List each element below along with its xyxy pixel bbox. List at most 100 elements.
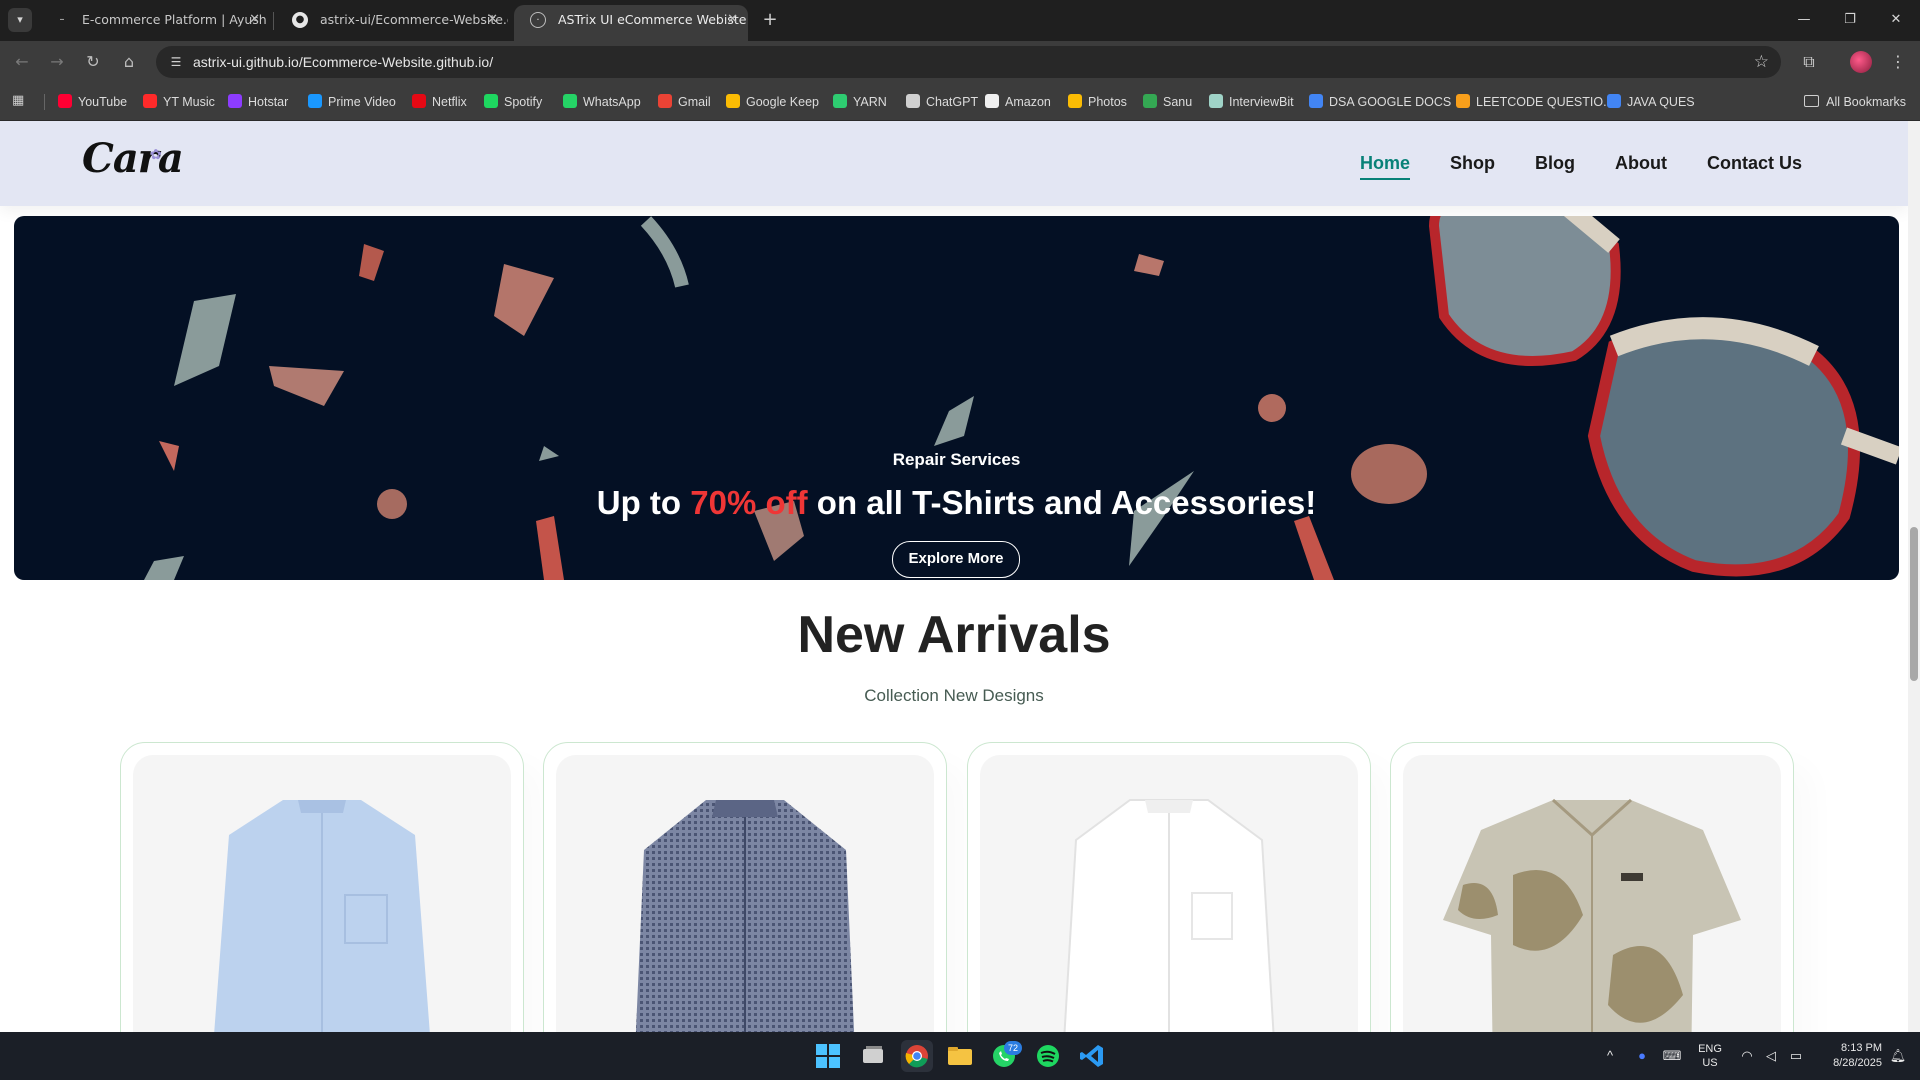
profile-avatar[interactable] (1850, 51, 1872, 73)
bookmark-favicon-icon (143, 94, 157, 108)
minimize-button[interactable]: — (1781, 0, 1827, 41)
bookmark-label: DSA GOOGLE DOCS (1329, 95, 1452, 109)
bookmark-favicon-icon (58, 94, 72, 108)
apps-grid-icon[interactable]: ▦ (12, 93, 28, 109)
site-info-icon[interactable]: ☰ (168, 54, 184, 70)
nav-shop[interactable]: Shop (1450, 153, 1495, 174)
window-close-button[interactable]: ✕ (1873, 0, 1919, 41)
bookmark-favicon-icon (563, 94, 577, 108)
task-view-icon[interactable] (857, 1040, 889, 1072)
file-explorer-icon[interactable] (944, 1040, 976, 1072)
bookmark-item[interactable]: Prime Video (308, 83, 396, 121)
extensions-icon[interactable]: ⧉ (1797, 50, 1821, 74)
nav-about[interactable]: About (1615, 153, 1667, 174)
product-card[interactable] (1390, 742, 1794, 1032)
language-indicator[interactable]: ENG US (1692, 1032, 1728, 1080)
tab-title: E-commerce Platform | Ayush S (82, 12, 270, 27)
forward-icon[interactable]: → (45, 50, 69, 74)
url-text[interactable]: astrix-ui.github.io/Ecommerce-Website.gi… (193, 46, 493, 78)
bookmark-item[interactable]: LEETCODE QUESTIO... (1456, 83, 1614, 121)
vscode-icon[interactable] (1076, 1040, 1108, 1072)
tab-3-active[interactable]: · ASTrix UI eCommerce Webiste ✕ (514, 5, 748, 41)
address-bar[interactable]: ☰ astrix-ui.github.io/Ecommerce-Website.… (156, 46, 1781, 78)
keyboard-icon[interactable]: ⌨ (1662, 1032, 1682, 1080)
menu-kebab-icon[interactable]: ⋮ (1886, 50, 1910, 74)
tab-2[interactable]: ● astrix-ui/Ecommerce-Website.g ✕ (276, 5, 508, 41)
bookmark-label: InterviewBit (1229, 95, 1294, 109)
bookmark-label: Hotstar (248, 95, 289, 109)
all-bookmarks-button[interactable]: All Bookmarks (1804, 83, 1906, 121)
browser-toolbar: ← → ↻ ⌂ ☰ astrix-ui.github.io/Ecommerce-… (0, 41, 1920, 83)
bookmark-item[interactable]: WhatsApp (563, 83, 641, 121)
close-icon[interactable]: ✕ (249, 5, 260, 35)
bookmark-star-icon[interactable]: ☆ (1754, 51, 1769, 73)
close-icon[interactable]: ✕ (727, 5, 738, 35)
bookmark-label: Sanu (1163, 95, 1193, 109)
bookmark-item[interactable]: Hotstar (228, 83, 288, 121)
restore-button[interactable]: ❐ (1827, 0, 1873, 41)
banner-subtitle: Repair Services (892, 450, 1021, 469)
tab-1[interactable]: – E-commerce Platform | Ayush S ✕ (38, 5, 271, 41)
windows-start-icon[interactable] (812, 1040, 844, 1072)
notification-icon[interactable]: 🔔︎ (1888, 1032, 1908, 1080)
reload-icon[interactable]: ↻ (81, 50, 105, 74)
bookmark-favicon-icon (1309, 94, 1323, 108)
nav-contact[interactable]: Contact Us (1707, 153, 1802, 174)
spotify-icon[interactable] (1032, 1040, 1064, 1072)
tab-title: ASTrix UI eCommerce Webiste (558, 12, 747, 27)
bookmark-favicon-icon (308, 94, 322, 108)
back-icon[interactable]: ← (10, 50, 34, 74)
nav-blog[interactable]: Blog (1535, 153, 1575, 174)
bookmark-label: JAVA QUES (1627, 95, 1695, 109)
bookmark-item[interactable]: Photos (1068, 83, 1127, 121)
home-icon[interactable]: ⌂ (117, 50, 141, 74)
bookmark-item[interactable]: Gmail (658, 83, 711, 121)
bookmark-item[interactable]: Sanu (1143, 83, 1192, 121)
tray-overflow-icon[interactable]: ^ (1600, 1032, 1620, 1080)
site-logo[interactable]: Cara (82, 135, 184, 182)
bookmark-item[interactable]: Amazon (985, 83, 1051, 121)
battery-icon[interactable]: ▭ (1786, 1032, 1806, 1080)
all-bookmarks-label: All Bookmarks (1826, 95, 1906, 109)
tab-title: astrix-ui/Ecommerce-Website.g (320, 12, 508, 27)
product-card[interactable] (120, 742, 524, 1032)
bookmark-label: Google Keep (746, 95, 819, 109)
bookmark-favicon-icon (1607, 94, 1621, 108)
bookmark-item[interactable]: YouTube (58, 83, 127, 121)
clock[interactable]: 8:13 PM 8/28/2025 (1812, 1032, 1882, 1080)
bookmark-item[interactable]: Spotify (484, 83, 542, 121)
bookmark-item[interactable]: YT Music (143, 83, 215, 121)
scrollbar-thumb[interactable] (1910, 527, 1918, 681)
nav-home[interactable]: Home (1359, 153, 1411, 180)
bookmark-item[interactable]: Netflix (412, 83, 467, 121)
folder-icon (1804, 95, 1820, 107)
bookmark-item[interactable]: DSA GOOGLE DOCS (1309, 83, 1451, 121)
tab-search-button[interactable]: ▾ (8, 8, 32, 32)
explore-more-button[interactable]: Explore More (892, 541, 1020, 578)
page-viewport: Cara ✿ Home Shop Blog About Contact Us R… (0, 121, 1920, 1032)
bookmark-item[interactable]: YARN (833, 83, 887, 121)
bookmark-label: Amazon (1005, 95, 1051, 109)
github-icon: ● (292, 12, 308, 28)
new-tab-button[interactable]: + (758, 9, 782, 33)
bookmark-item[interactable]: JAVA QUES (1607, 83, 1695, 121)
clock-time: 8:13 PM (1841, 1042, 1882, 1054)
bookmark-item[interactable]: Google Keep (726, 83, 819, 121)
bookmark-item[interactable]: ChatGPT (906, 83, 978, 121)
tray-app-icon[interactable]: ● (1632, 1032, 1652, 1080)
chrome-icon[interactable] (901, 1040, 933, 1072)
site-header: Cara ✿ Home Shop Blog About Contact Us (0, 121, 1908, 206)
bookmark-item[interactable]: InterviewBit (1209, 83, 1294, 121)
bookmark-label: Gmail (678, 95, 711, 109)
page-scrollbar[interactable] (1908, 121, 1920, 1032)
whatsapp-badge: 72 (1004, 1041, 1022, 1055)
volume-icon[interactable]: ◁ (1762, 1032, 1780, 1080)
confetti-background-image (144, 216, 1899, 580)
bookmark-favicon-icon (985, 94, 999, 108)
os-taskbar: ^ ● ⌨ ENG US ◠ ◁ ▭ 8:13 PM 8/28/2025 🔔︎ (0, 1032, 1920, 1080)
close-icon[interactable]: ✕ (487, 5, 498, 35)
bookmark-label: ChatGPT (926, 95, 979, 109)
wifi-icon[interactable]: ◠ (1738, 1032, 1756, 1080)
product-card[interactable] (543, 742, 947, 1032)
product-card[interactable] (967, 742, 1371, 1032)
